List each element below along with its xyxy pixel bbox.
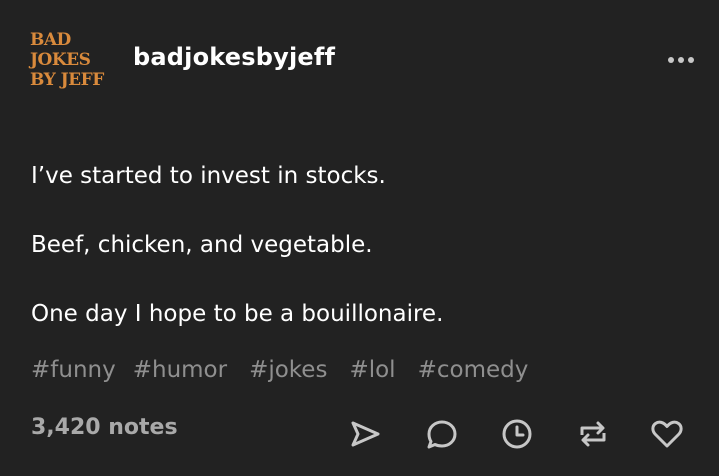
ellipsis-icon [668,57,694,63]
tag-link[interactable]: #lol [349,357,395,383]
more-options-button[interactable] [664,50,698,70]
tag-link[interactable]: #jokes [249,357,327,383]
notes-count[interactable]: 3,420 notes [31,415,178,440]
post-text-line: Beef, chicken, and vegetable. [31,232,373,258]
share-button[interactable] [345,414,385,454]
post-card: BAD JOKES BY JEFF badjokesbyjeff I’ve st… [0,0,719,476]
post-body: I’ve started to invest in stocks. Beef, … [31,156,691,334]
avatar-line: JOKES [30,50,91,70]
reply-button[interactable] [422,414,462,454]
post-text-line: One day I hope to be a bouillonaire. [31,301,444,327]
avatar[interactable]: BAD JOKES BY JEFF [30,30,112,98]
heart-icon [651,420,683,448]
queue-button[interactable] [497,414,537,454]
speech-bubble-icon [427,420,457,449]
clock-icon [502,419,532,449]
reblog-icon [580,421,606,447]
avatar-line: BY JEFF [30,70,104,90]
avatar-line: BAD [30,30,71,50]
tag-link[interactable]: #humor [133,357,227,383]
post-text-line: I’ve started to invest in stocks. [31,163,386,189]
reblog-button[interactable] [573,414,613,454]
like-button[interactable] [647,414,687,454]
tag-link[interactable]: #funny [31,357,116,383]
tag-list: #funny #humor #jokes #lol #comedy [31,350,545,390]
username-link[interactable]: badjokesbyjeff [133,43,335,71]
post-actions [345,414,690,454]
send-icon [351,421,380,447]
tag-link[interactable]: #comedy [418,357,529,383]
